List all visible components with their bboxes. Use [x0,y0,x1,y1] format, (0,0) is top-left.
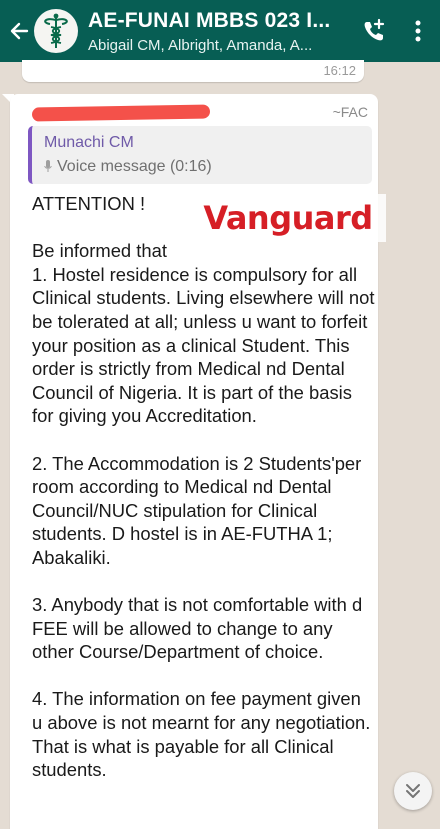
add-call-icon[interactable] [352,0,396,62]
message-paragraph: 3. Anybody that is not comfortable with … [32,594,363,663]
redacted-phone-number [31,104,211,122]
sender-row: ~FAC [31,102,368,122]
chat-header: AE-FUNAI MBBS 023 I... Abigail CM, Albri… [0,0,440,62]
quoted-voice-message: Voice message (0:16) [44,158,212,176]
message-paragraph: 2. The Accommodation is 2 Students'per r… [32,452,362,568]
back-arrow-icon[interactable] [0,0,34,62]
message-timestamp: 16:12 [323,63,356,78]
double-chevron-down-icon [406,784,420,798]
group-participants: Abigail CM, Albright, Amanda, A... [88,36,313,54]
previous-message-bubble[interactable]: 16:12 [22,60,364,82]
vanguard-watermark: Vanguard [190,194,386,242]
caduceus-icon [44,13,68,48]
message-paragraph: Be informed that 1. Hostel residence is … [32,240,375,427]
message-paragraph: 4. The information on fee payment given … [32,688,371,781]
group-name: AE-FUNAI MBBS 023 I... [88,8,331,32]
sender-display-name: ~FAC [332,104,368,120]
message-text: ATTENTION ! Be informed that 1. Hostel r… [32,192,376,782]
microphone-icon [44,160,52,172]
group-avatar[interactable] [34,9,78,53]
chat-title-block[interactable]: AE-FUNAI MBBS 023 I... Abigail CM, Albri… [88,9,352,54]
quoted-author: Munachi CM [44,134,134,151]
quoted-reply[interactable]: Munachi CM Voice message (0:16) [28,126,372,184]
scroll-to-bottom-button[interactable] [394,772,432,810]
quoted-text: Voice message (0:16) [57,158,212,175]
more-vertical-icon[interactable] [396,0,440,62]
